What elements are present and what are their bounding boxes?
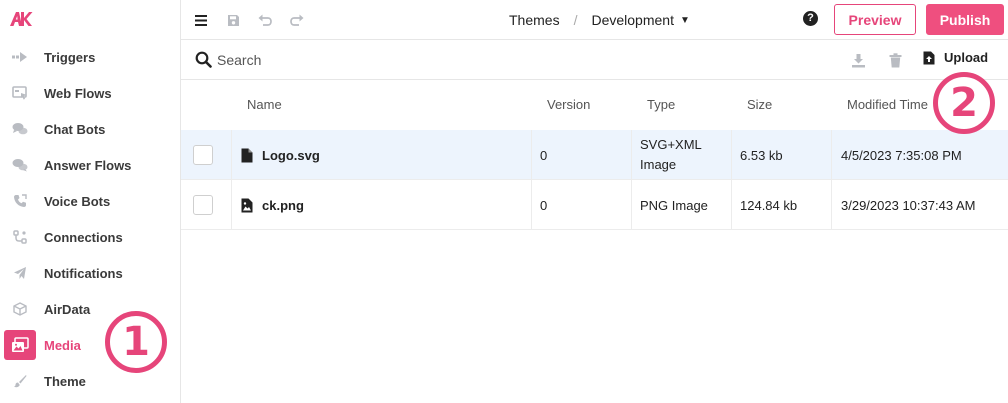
sidebar-item-theme[interactable]: Theme — [0, 363, 180, 399]
sidebar-item-label: Voice Bots — [44, 193, 111, 209]
column-divider — [731, 180, 732, 230]
image-file-icon — [241, 198, 253, 213]
caret-down-icon: ▼ — [679, 14, 690, 26]
column-divider — [631, 180, 632, 230]
sidebar-item-label: Answer Flows — [44, 157, 132, 173]
redo-icon[interactable] — [287, 10, 307, 30]
file-icon — [241, 148, 253, 163]
environment-dropdown[interactable]: Development ▼ — [591, 12, 689, 28]
top-bar: Themes / Development ▼ ? Preview Publish — [181, 0, 1008, 40]
upload-button[interactable]: Upload — [923, 50, 988, 65]
column-header-size[interactable]: Size — [747, 97, 772, 112]
breadcrumb: Themes / Development ▼ — [509, 12, 690, 28]
column-header-name[interactable]: Name — [247, 97, 282, 112]
sidebar-item-notifications[interactable]: Notifications — [0, 255, 180, 291]
sidebar-item-chat-bots[interactable]: Chat Bots — [0, 111, 180, 147]
cell-version: 0 — [540, 197, 548, 213]
trash-icon[interactable] — [886, 51, 904, 69]
images-icon — [4, 330, 36, 360]
sidebar-item-connections[interactable]: Connections — [0, 219, 180, 255]
save-icon[interactable] — [223, 10, 243, 30]
sidebar-item-voice-bots[interactable]: Voice Bots — [0, 183, 180, 219]
annotation-marker-1: 1 — [105, 311, 167, 373]
sidebar-item-answer-flows[interactable]: Answer Flows — [0, 147, 180, 183]
column-divider — [231, 130, 232, 180]
sidebar-item-label: Media — [44, 337, 81, 353]
column-divider — [531, 130, 532, 180]
row-checkbox[interactable] — [193, 195, 213, 215]
column-header-modified-time[interactable]: Modified Time — [847, 97, 928, 112]
sidebar-item-label: Theme — [44, 373, 86, 389]
search-icon — [195, 51, 212, 71]
sidebar-item-label: Notifications — [44, 265, 123, 281]
cell-name: Logo.svg — [241, 130, 320, 180]
cell-type: SVG+XML Image — [640, 130, 702, 180]
annotation-marker-2: 2 — [933, 72, 995, 134]
publish-button[interactable]: Publish — [926, 4, 1004, 35]
column-divider — [631, 130, 632, 180]
environment-dropdown-label: Development — [591, 12, 674, 28]
trigger-arrow-icon — [10, 47, 30, 67]
column-divider — [831, 180, 832, 230]
column-header-version[interactable]: Version — [547, 97, 590, 112]
sidebar-item-label: Connections — [44, 229, 123, 245]
undo-icon[interactable] — [255, 10, 275, 30]
breadcrumb-separator: / — [573, 12, 578, 28]
row-checkbox[interactable] — [193, 145, 213, 165]
file-name[interactable]: Logo.svg — [262, 148, 320, 163]
cell-version: 0 — [540, 147, 548, 163]
file-name[interactable]: ck.png — [262, 198, 304, 213]
cell-size: 6.53 kb — [740, 147, 783, 163]
brush-icon — [10, 371, 30, 391]
search-input[interactable] — [217, 49, 517, 71]
answer-bubbles-icon — [10, 155, 30, 175]
cell-modified-time: 4/5/2023 7:35:08 PM — [841, 147, 962, 163]
upload-label: Upload — [944, 50, 989, 65]
cell-type: PNG Image — [640, 197, 708, 213]
column-divider — [831, 130, 832, 180]
cell-name: ck.png — [241, 180, 304, 230]
column-divider — [731, 130, 732, 180]
file-upload-icon — [923, 51, 935, 64]
column-header-type[interactable]: Type — [647, 97, 675, 112]
paper-plane-icon — [10, 263, 30, 283]
hamburger-menu-icon[interactable] — [191, 10, 211, 30]
web-flow-icon — [10, 83, 30, 103]
connections-icon — [10, 227, 30, 247]
phone-icon — [10, 191, 30, 211]
sidebar-item-label: Chat Bots — [44, 121, 106, 137]
cell-modified-time: 3/29/2023 10:37:43 AM — [841, 197, 976, 213]
table-row[interactable]: Logo.svg 0 SVG+XML Image 6.53 kb 4/5/202… — [181, 130, 1008, 180]
column-divider — [531, 180, 532, 230]
sidebar-item-triggers[interactable]: Triggers — [0, 39, 180, 75]
file-type-line: Image — [640, 157, 677, 172]
sidebar-item-label: AirData — [44, 301, 91, 317]
sidebar-item-label: Web Flows — [44, 85, 112, 101]
column-divider — [231, 180, 232, 230]
table-row[interactable]: ck.png 0 PNG Image 124.84 kb 3/29/2023 1… — [181, 180, 1008, 230]
download-icon[interactable] — [849, 51, 867, 69]
file-type-line: SVG+XML — [640, 137, 702, 152]
sidebar-item-web-flows[interactable]: Web Flows — [0, 75, 180, 111]
cell-size: 124.84 kb — [740, 197, 798, 213]
cube-icon — [10, 299, 30, 319]
chat-bubbles-icon — [10, 119, 30, 139]
app-logo[interactable] — [9, 10, 33, 28]
sidebar-item-label: Triggers — [44, 49, 96, 65]
preview-button[interactable]: Preview — [834, 4, 916, 35]
table-header: Name Version Type Size Modified Time — [181, 80, 1008, 130]
breadcrumb-themes[interactable]: Themes — [509, 12, 560, 28]
help-icon[interactable]: ? — [803, 11, 818, 26]
search-toolbar: Upload — [181, 40, 1008, 80]
